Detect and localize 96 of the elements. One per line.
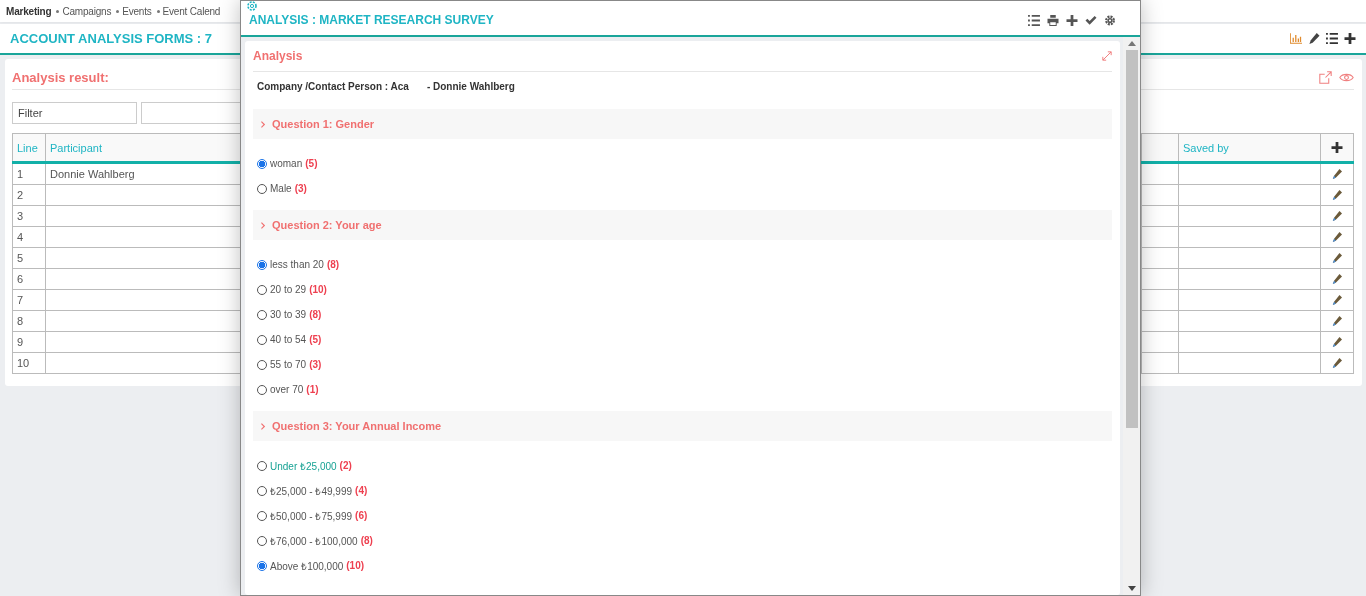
answer-count: (10): [309, 284, 327, 295]
radio-button[interactable]: [257, 309, 267, 320]
pencil-icon[interactable]: [1332, 190, 1342, 200]
table-cell: 4: [12, 226, 46, 248]
page-title: ACCOUNT ANALYSIS FORMS : 7: [10, 31, 212, 46]
bullet-icon: [116, 9, 120, 13]
pencil-icon[interactable]: [1332, 211, 1342, 221]
plus-icon[interactable]: [1331, 142, 1343, 153]
table-cell: 10: [12, 352, 46, 374]
option-label: Above ₺100,000: [270, 559, 344, 573]
option-label: Male: [270, 183, 292, 194]
radio-button[interactable]: [257, 560, 267, 571]
answer-count: (2): [339, 460, 352, 471]
expand-icon[interactable]: [1102, 51, 1112, 61]
radio-button[interactable]: [257, 183, 267, 194]
option-label: over 70: [270, 384, 304, 395]
table-cell: 8: [12, 310, 46, 332]
radio-button[interactable]: [257, 460, 267, 471]
pencil-icon[interactable]: [1332, 295, 1342, 305]
list-icon[interactable]: [1028, 14, 1040, 26]
option-label: 40 to 54: [270, 334, 307, 345]
answer-count: (5): [305, 158, 318, 169]
print-icon[interactable]: [1047, 14, 1059, 26]
column-header[interactable]: Line: [12, 133, 46, 163]
bullet-icon: [56, 9, 60, 13]
chevron-icon: [261, 221, 266, 229]
table-cell: 2: [12, 184, 46, 206]
breadcrumb-link[interactable]: Events: [122, 5, 152, 17]
question-header[interactable]: Question 1: Gender: [253, 109, 1112, 139]
option-label: ₺25,000 - ₺49,999: [270, 484, 353, 498]
breadcrumb-link[interactable]: Event Calend: [162, 5, 221, 17]
table-cell: 7: [12, 289, 46, 311]
scroll-down-icon[interactable]: [1127, 586, 1136, 591]
option-label: ₺76,000 - ₺100,000: [270, 534, 358, 548]
option-label: 30 to 39: [270, 309, 307, 320]
radio-button[interactable]: [257, 359, 267, 370]
radio-button[interactable]: [257, 485, 267, 496]
chevron-icon: [261, 422, 266, 430]
option-label: 20 to 29: [270, 284, 307, 295]
scrollbar[interactable]: [1123, 37, 1140, 595]
pencil-icon[interactable]: [1332, 337, 1342, 347]
table-cell: 1: [12, 162, 46, 185]
breadcrumb-link[interactable]: Campaigns: [62, 5, 112, 17]
answer-count: (4): [355, 485, 368, 496]
contact-name: - Donnie Wahlberg: [426, 80, 515, 92]
gear-icon[interactable]: [246, 0, 258, 12]
radio-button[interactable]: [257, 510, 267, 521]
settings-icon[interactable]: [1104, 14, 1116, 26]
dialog-title: ANALYSIS : MARKET RESEARCH SURVEY: [249, 13, 494, 27]
table-cell: 9: [12, 331, 46, 353]
pencil-icon[interactable]: [1332, 274, 1342, 284]
answer-count: (8): [360, 535, 373, 546]
answer-count: (1): [306, 384, 319, 395]
filter-field[interactable]: Filter: [12, 102, 137, 124]
option-label: woman: [270, 158, 303, 169]
radio-button[interactable]: [257, 259, 267, 270]
question-header[interactable]: Question 2: Your age: [253, 210, 1112, 240]
card-title: Analysis result:: [12, 69, 109, 85]
radio-button[interactable]: [257, 158, 267, 169]
option-label: 55 to 70: [270, 359, 307, 370]
bar-chart-icon[interactable]: [1290, 33, 1302, 44]
pencil-icon[interactable]: [1332, 253, 1342, 263]
answer-count: (8): [326, 259, 340, 270]
table-cell: 3: [12, 205, 46, 227]
radio-button[interactable]: [257, 384, 267, 395]
option-label: ₺50,000 - ₺75,999: [270, 509, 353, 523]
chevron-icon: [261, 120, 266, 128]
pencil-icon[interactable]: [1332, 232, 1342, 242]
answer-count: (6): [355, 510, 368, 521]
check-icon[interactable]: [1085, 14, 1097, 26]
answer-count: (8): [309, 309, 322, 320]
breadcrumb-link[interactable]: Marketing: [6, 5, 52, 17]
section-title: Analysis: [253, 49, 303, 63]
answer-count: (3): [294, 183, 307, 194]
pencil-icon[interactable]: [1332, 316, 1342, 326]
table-cell: 5: [12, 247, 46, 269]
company-label: Company /Contact Person : Aca: [257, 80, 409, 92]
column-header[interactable]: Saved by: [1178, 133, 1321, 163]
plus-icon[interactable]: [1344, 33, 1356, 44]
plus-icon[interactable]: [1066, 14, 1078, 26]
answer-count: (3): [309, 359, 322, 370]
option-label: Under ₺25,000: [270, 459, 337, 473]
radio-button[interactable]: [257, 334, 267, 345]
radio-button[interactable]: [257, 535, 267, 546]
pencil-icon[interactable]: [1308, 33, 1320, 44]
option-label: less than 20: [270, 259, 324, 270]
scroll-up-icon[interactable]: [1127, 41, 1136, 46]
answer-count: (5): [309, 334, 322, 345]
question-header[interactable]: Question 3: Your Annual Income: [253, 411, 1112, 441]
pencil-icon[interactable]: [1332, 358, 1342, 368]
list-icon[interactable]: [1326, 33, 1338, 44]
bullet-icon: [156, 9, 160, 13]
pencil-icon[interactable]: [1332, 169, 1342, 179]
table-cell: 6: [12, 268, 46, 290]
answer-count: (10): [346, 560, 365, 571]
radio-button[interactable]: [257, 284, 267, 295]
